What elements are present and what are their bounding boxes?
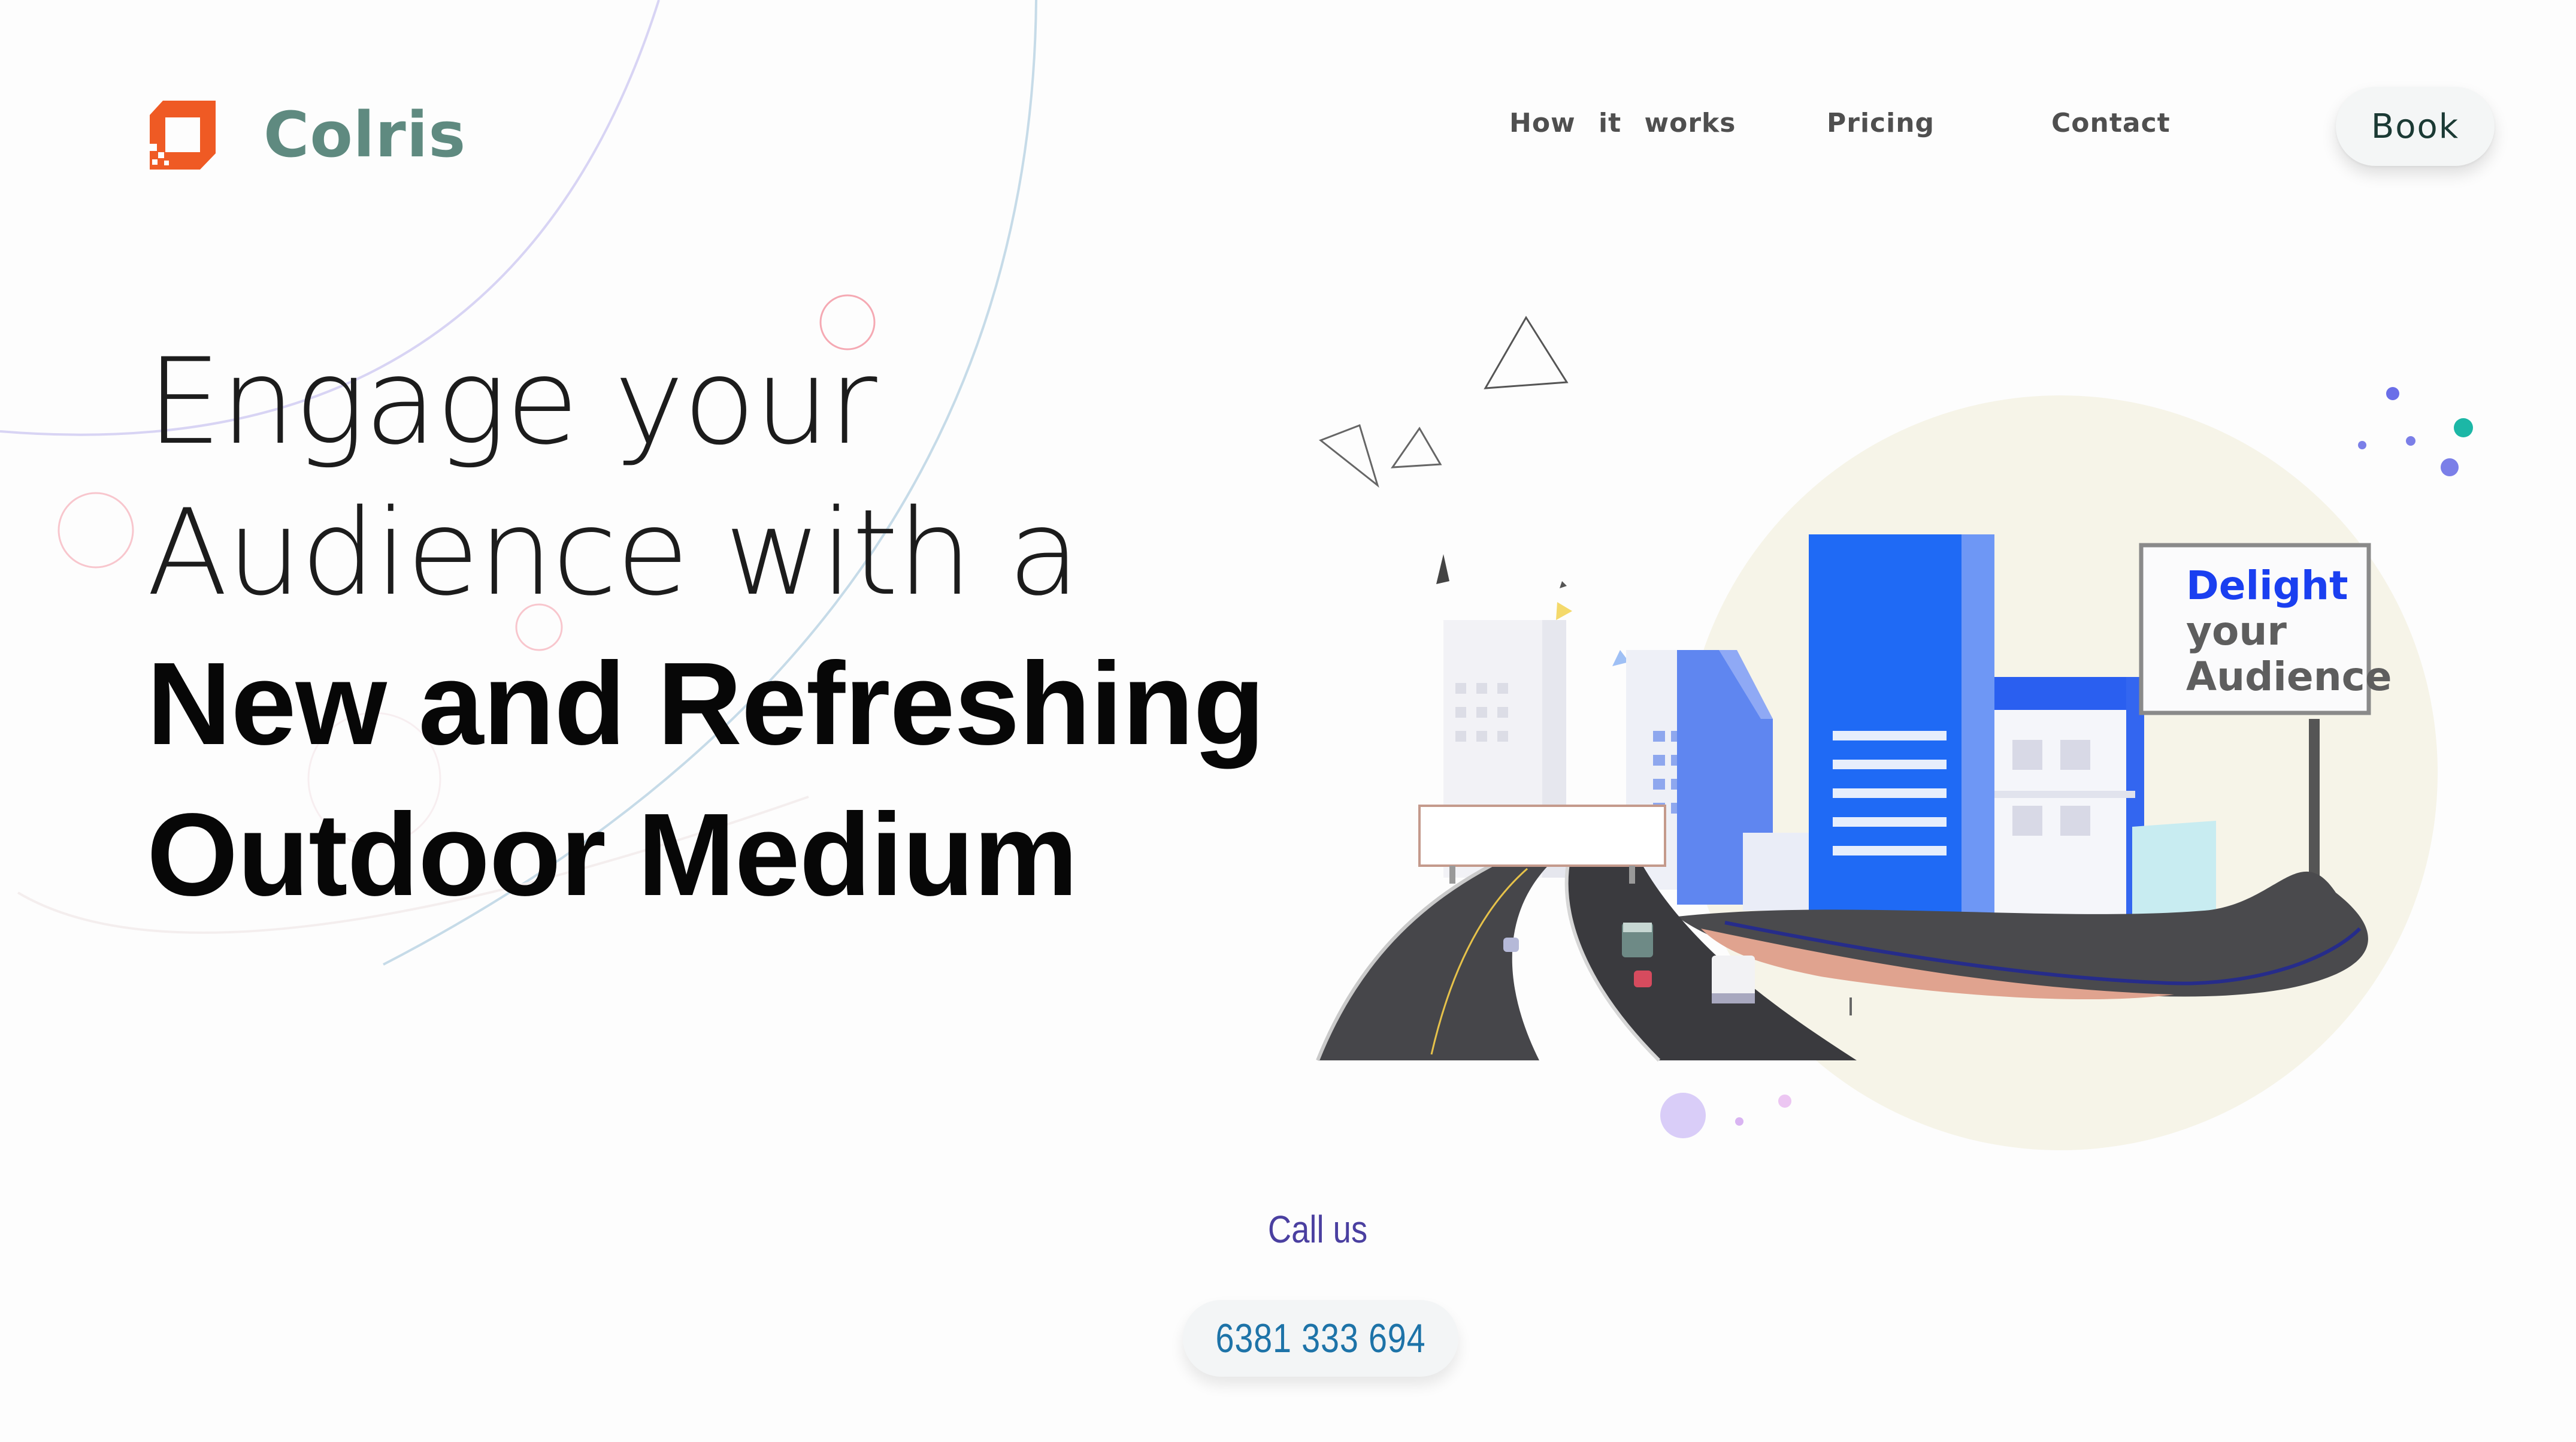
hero-headline: Engage your Audience with a New and Refr… xyxy=(147,327,1345,930)
call-us-label: Call us xyxy=(1267,1208,1368,1251)
book-button[interactable]: Book xyxy=(2336,87,2495,166)
nav-pricing[interactable]: Pricing xyxy=(1827,108,1935,144)
nav-contact[interactable]: Contact xyxy=(2051,108,2171,144)
billboard-line-3: Audience xyxy=(2186,654,2392,700)
brand-logo[interactable]: Colris xyxy=(150,93,466,177)
hero-line-2: Audience with a xyxy=(147,483,1080,622)
billboard-line-1: Delight xyxy=(2186,563,2348,609)
hero-line-3: New and Refreshing xyxy=(147,638,1265,769)
billboard-line-2: your xyxy=(2186,608,2287,654)
phone-button[interactable]: 6381 333 694 xyxy=(1183,1300,1458,1377)
brand-logo-icon xyxy=(150,100,216,170)
city-highway-illustration: Delight your Audience xyxy=(1316,316,2473,1150)
nav-how-it-works[interactable]: How it works xyxy=(1509,108,1736,144)
hero-line-4: Outdoor Medium xyxy=(147,789,1078,920)
brand-name: Colris xyxy=(264,98,467,171)
hero-line-1: Engage your xyxy=(147,332,877,471)
phone-number: 6381 333 694 xyxy=(1215,1316,1426,1361)
